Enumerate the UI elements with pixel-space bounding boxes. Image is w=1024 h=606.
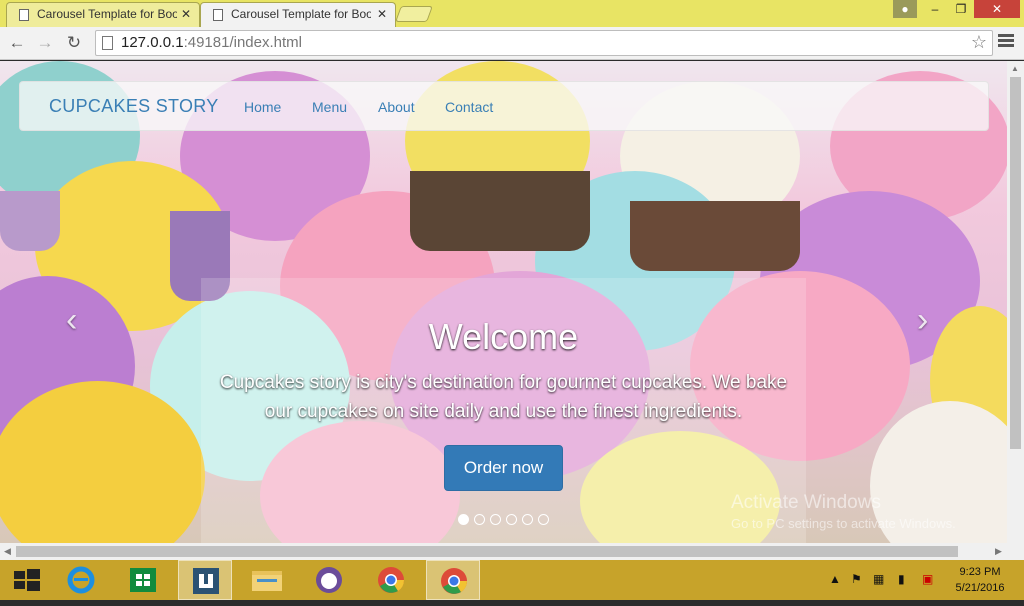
store-icon[interactable] <box>116 560 170 600</box>
carousel-indicator-dot[interactable] <box>538 514 549 525</box>
clock-date: 5/21/2016 <box>955 582 1005 594</box>
nav-link-about[interactable]: About <box>378 99 415 115</box>
battery-icon[interactable]: ▮ <box>898 572 905 586</box>
close-window-button[interactable]: ✕ <box>974 0 1020 18</box>
carousel-title: Welcome <box>428 316 579 357</box>
url-text: 127.0.0.1:49181/index.html <box>121 34 302 51</box>
tab-title: Carousel Template for Boo <box>231 7 371 21</box>
page-viewport: CUPCAKES STORY Home Menu About Contact ‹… <box>0 61 1007 543</box>
horizontal-scroll-thumb[interactable] <box>16 546 958 557</box>
scroll-up-icon[interactable]: ▲ <box>1011 64 1019 73</box>
reload-icon[interactable]: ↻ <box>63 33 85 53</box>
carousel-indicator-dot[interactable] <box>490 514 501 525</box>
carousel-indicator-dot[interactable] <box>458 514 469 525</box>
browser-toolbar: ← → ↻ 127.0.0.1:49181/index.html ☆ <box>0 27 1024 60</box>
watermark-subtitle: Go to PC settings to activate Windows. <box>731 516 956 531</box>
maximize-button[interactable]: ❐ <box>948 0 974 18</box>
page-icon <box>19 9 29 21</box>
carousel-indicator-dot[interactable] <box>506 514 517 525</box>
windows-taskbar: ▲ ⚑ ▦ ▮ ▣ 9:23 PM 5/21/2016 <box>0 560 1024 600</box>
carousel-description: Cupcakes story is city's destination for… <box>219 372 788 422</box>
clock-time: 9:23 PM <box>959 566 1001 578</box>
tab-title: Carousel Template for Boo <box>37 7 177 21</box>
browser-tab-1[interactable]: Carousel Template for Boo ✕ <box>6 2 200 27</box>
chrome-menu-icon[interactable] <box>998 34 1014 50</box>
chrome-active-icon[interactable] <box>426 560 480 600</box>
nav-link-menu[interactable]: Menu <box>312 99 347 115</box>
windows-tray-icon[interactable]: ▦ <box>873 572 884 586</box>
forward-arrow-icon[interactable]: → <box>34 33 56 53</box>
internet-explorer-icon[interactable] <box>54 560 108 600</box>
network-icon[interactable]: ▣ <box>922 572 933 586</box>
page-icon <box>102 36 113 50</box>
bookmark-star-icon[interactable]: ☆ <box>971 32 987 53</box>
chrome-icon[interactable] <box>364 560 418 600</box>
show-hidden-icons-icon[interactable]: ▲ <box>829 572 841 586</box>
carousel-caption: Welcome Cupcakes story is city's destina… <box>201 278 806 543</box>
horizontal-scrollbar[interactable]: ◀ ▶ <box>0 543 1024 560</box>
action-center-flag-icon[interactable]: ⚑ <box>851 572 862 586</box>
address-bar[interactable]: 127.0.0.1:49181/index.html ☆ <box>95 30 993 56</box>
site-navbar: CUPCAKES STORY Home Menu About Contact <box>19 81 989 131</box>
carousel-next-icon[interactable]: › <box>917 301 928 340</box>
carousel-indicator-dot[interactable] <box>522 514 533 525</box>
vertical-scroll-thumb[interactable] <box>1010 77 1021 449</box>
carousel-indicators <box>201 514 806 525</box>
user-icon[interactable]: ● <box>893 0 917 18</box>
carousel-indicator-dot[interactable] <box>474 514 485 525</box>
minimize-button[interactable]: – <box>922 0 948 18</box>
brand-logo-link[interactable]: CUPCAKES STORY <box>49 96 219 117</box>
scroll-left-icon[interactable]: ◀ <box>4 546 11 557</box>
system-clock[interactable]: 9:23 PM 5/21/2016 <box>950 564 1010 596</box>
activate-windows-watermark: Activate Windows Go to PC settings to ac… <box>731 492 956 531</box>
close-tab-icon[interactable]: ✕ <box>377 3 387 26</box>
start-button[interactable] <box>0 560 54 600</box>
close-tab-icon[interactable]: ✕ <box>181 3 191 26</box>
carousel-prev-icon[interactable]: ‹ <box>66 301 77 340</box>
new-tab-button[interactable] <box>395 6 433 22</box>
scroll-right-icon[interactable]: ▶ <box>995 546 1002 557</box>
github-icon[interactable] <box>302 560 356 600</box>
back-arrow-icon[interactable]: ← <box>6 33 28 53</box>
order-now-button[interactable]: Order now <box>444 445 563 491</box>
file-explorer-icon[interactable] <box>240 560 294 600</box>
browser-titlebar: Carousel Template for Boo ✕ Carousel Tem… <box>0 0 1024 27</box>
nav-link-contact[interactable]: Contact <box>445 99 493 115</box>
visual-studio-icon[interactable] <box>178 560 232 600</box>
watermark-title: Activate Windows <box>731 492 881 513</box>
nav-link-home[interactable]: Home <box>244 99 281 115</box>
vertical-scrollbar[interactable]: ▲ <box>1007 61 1024 543</box>
page-icon <box>213 9 223 21</box>
browser-tab-2[interactable]: Carousel Template for Boo ✕ <box>200 2 396 27</box>
windows-logo-icon <box>14 569 40 591</box>
